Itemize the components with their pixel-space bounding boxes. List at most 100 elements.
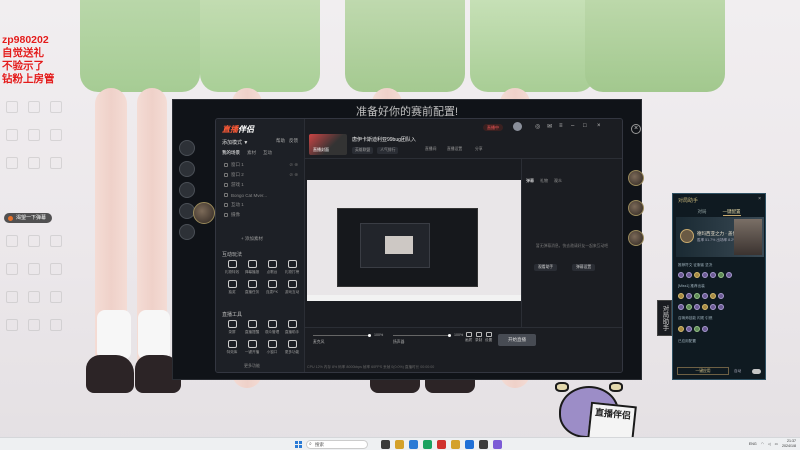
windows-start-icon[interactable] xyxy=(295,441,302,448)
speaker-volume-slider[interactable] xyxy=(393,334,451,337)
settings-button[interactable]: 设置 xyxy=(485,332,492,343)
tab-danmu[interactable]: 弹幕 xyxy=(526,178,534,184)
tool-button[interactable]: 点歌台 xyxy=(262,260,282,275)
bell-icon[interactable]: ◎ xyxy=(535,123,540,130)
room-info-bar: 直播封面 唐伊卡斯迪利亚99bug团队入 英雄联盟 人气排行 直播间 直播设置 … xyxy=(305,119,622,159)
add-source-button[interactable]: + 添加素材 xyxy=(241,236,263,242)
tool-button[interactable]: 礼物特效 xyxy=(222,260,242,275)
close-icon[interactable]: × xyxy=(597,123,601,129)
tool-button[interactable]: 录屏 xyxy=(222,320,242,335)
tab-interact[interactable]: 互动 xyxy=(263,150,272,156)
tool-button[interactable]: 小窗口 xyxy=(262,340,282,355)
rune-icon xyxy=(694,272,700,278)
tool-button[interactable]: 连麦PK xyxy=(262,280,282,295)
tool-button[interactable]: 游戏互动 xyxy=(282,280,302,295)
battery-icon[interactable]: ▭ xyxy=(775,442,778,446)
taskbar-app-icon[interactable] xyxy=(493,440,502,449)
tab-scenes[interactable]: 我的场景 xyxy=(222,150,240,156)
edge-icon[interactable] xyxy=(409,440,418,449)
tool-button[interactable]: 礼物打榜 xyxy=(282,260,302,275)
taskbar-app-icon[interactable] xyxy=(381,440,390,449)
clock[interactable]: 21:37 2024/1/8 xyxy=(782,439,796,449)
tag[interactable]: 人气排行 xyxy=(377,147,399,154)
help-link[interactable]: 帮助 xyxy=(276,138,285,144)
tab-materials[interactable]: 素材 xyxy=(247,150,256,156)
more-tools-link[interactable]: 更多功能 xyxy=(244,363,260,369)
spell-row[interactable] xyxy=(678,326,708,332)
close-icon[interactable]: × xyxy=(758,196,761,202)
tool-button[interactable]: 抽奖 xyxy=(222,280,242,295)
watch-assistant-button[interactable]: 观看助手 xyxy=(534,264,558,271)
player-avatar[interactable] xyxy=(179,224,195,240)
tool-button[interactable]: 观众管理 xyxy=(262,320,282,335)
feedback-link[interactable]: 反馈 xyxy=(289,138,298,144)
room-link[interactable]: 直播间 xyxy=(425,147,436,152)
tab-one-click-config[interactable]: 一键配置 xyxy=(722,209,741,216)
minimize-icon[interactable]: – xyxy=(571,123,574,129)
tool-button[interactable]: 更多功能 xyxy=(282,340,302,355)
item-row[interactable] xyxy=(678,304,724,310)
champion-icon[interactable] xyxy=(628,200,644,216)
maximize-icon[interactable]: □ xyxy=(583,123,587,129)
tool-button[interactable]: 直播提醒 xyxy=(242,320,262,335)
champion-portrait xyxy=(734,219,762,255)
record-button[interactable]: 录制 xyxy=(475,332,482,343)
start-live-button[interactable]: 开始直播 xyxy=(498,334,536,346)
champion-icon[interactable] xyxy=(628,230,644,246)
folder-icon[interactable] xyxy=(395,440,404,449)
room-settings-link[interactable]: 直播设置 xyxy=(447,147,462,152)
language-indicator[interactable]: ENG xyxy=(749,442,757,446)
list-item[interactable]: 窗口 1 ⊘ ⊕ xyxy=(220,160,302,170)
auto-toggle[interactable] xyxy=(752,369,761,374)
player-avatar[interactable] xyxy=(179,161,195,177)
stream-app-icon[interactable] xyxy=(437,440,446,449)
tag[interactable]: 英雄联盟 xyxy=(352,147,374,154)
stream-preview[interactable] xyxy=(307,180,521,301)
player-avatar[interactable] xyxy=(179,182,195,198)
qq-icon[interactable] xyxy=(465,440,474,449)
tool-button[interactable]: 直播助手 xyxy=(282,320,302,335)
champion-icon[interactable] xyxy=(628,170,644,186)
danmu-settings-button[interactable]: 弹幕设置 xyxy=(572,264,596,271)
item-row[interactable] xyxy=(678,293,724,299)
camera-icon xyxy=(224,213,228,217)
room-title[interactable]: 唐伊卡斯迪利亚99bug团队入 xyxy=(352,136,416,143)
quality-button[interactable]: 画质 xyxy=(465,332,472,343)
menu-icon[interactable]: ≡ xyxy=(559,123,563,129)
rune-row[interactable] xyxy=(678,272,732,278)
share-link[interactable]: 分享 xyxy=(475,147,483,152)
tab-match[interactable]: 对局 xyxy=(698,209,707,216)
mail-icon[interactable]: ✉ xyxy=(547,123,552,130)
overlay-line: zp980202 xyxy=(2,34,49,46)
list-item[interactable]: 摄像 xyxy=(220,210,302,220)
list-item[interactable]: 窗口 2 ⊘ ⊕ xyxy=(220,170,302,180)
auto-label: 自动 xyxy=(734,369,742,373)
taskbar-app-icon[interactable] xyxy=(479,440,488,449)
avatar[interactable] xyxy=(513,122,522,131)
mic-volume-slider[interactable] xyxy=(313,334,371,337)
wifi-icon[interactable]: ◠ xyxy=(761,442,764,446)
scene-mode-dropdown[interactable]: 添加模式 ▼ xyxy=(222,139,248,146)
search-input[interactable]: 搜索 xyxy=(306,440,368,449)
list-item[interactable]: Bongo Cat Mver... xyxy=(220,190,302,200)
close-icon[interactable]: × xyxy=(631,124,641,134)
wechat-icon[interactable] xyxy=(423,440,432,449)
apply-config-button[interactable]: 一键应用 xyxy=(677,367,729,375)
assistant-icon xyxy=(287,320,297,328)
league-icon[interactable] xyxy=(451,440,460,449)
tab-viewers[interactable]: 观众 xyxy=(554,178,562,184)
room-cover[interactable]: 直播封面 xyxy=(309,134,347,155)
champion-icon[interactable] xyxy=(193,202,215,224)
tab-gifts[interactable]: 礼物 xyxy=(540,178,548,184)
tool-button[interactable]: 直播任务 xyxy=(242,280,262,295)
tool-button[interactable]: 一键开播 xyxy=(242,340,262,355)
source-tabs: 我的场景 素材 互动 xyxy=(222,150,272,156)
side-tab-match-assistant[interactable]: 对局助手 xyxy=(657,300,672,336)
window-icon xyxy=(224,163,228,167)
speaker-icon[interactable]: ◁ xyxy=(768,442,771,446)
tool-button[interactable]: 弹幕播报 xyxy=(242,260,262,275)
tool-button[interactable]: 特效库 xyxy=(222,340,242,355)
player-avatar[interactable] xyxy=(179,140,195,156)
list-item[interactable]: 互动 1 xyxy=(220,200,302,210)
list-item[interactable]: 游戏 1 xyxy=(220,180,302,190)
